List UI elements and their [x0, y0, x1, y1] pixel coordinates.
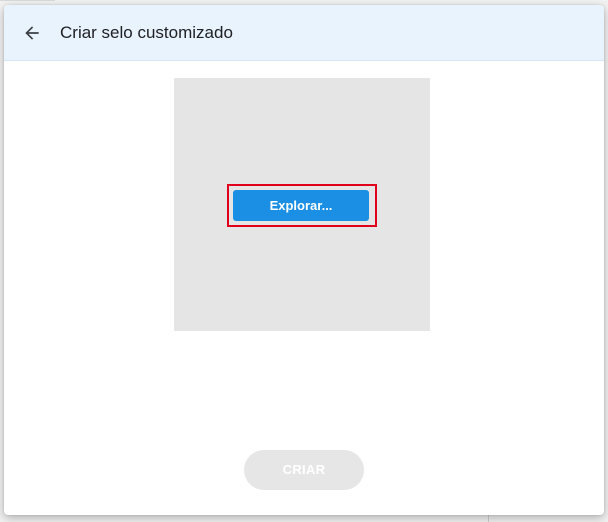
- dialog-header: Criar selo customizado: [4, 5, 604, 61]
- dialog-title: Criar selo customizado: [60, 23, 233, 42]
- image-drop-area: Explorar...: [174, 78, 430, 331]
- back-button[interactable]: [18, 19, 46, 47]
- arrow-left-icon: [22, 23, 42, 43]
- create-custom-stamp-dialog: Criar selo customizado Explorar... CRIAR: [4, 5, 604, 515]
- background-divider: [0, 0, 55, 1]
- create-button[interactable]: CRIAR: [244, 450, 364, 490]
- browse-button[interactable]: Explorar...: [233, 190, 369, 221]
